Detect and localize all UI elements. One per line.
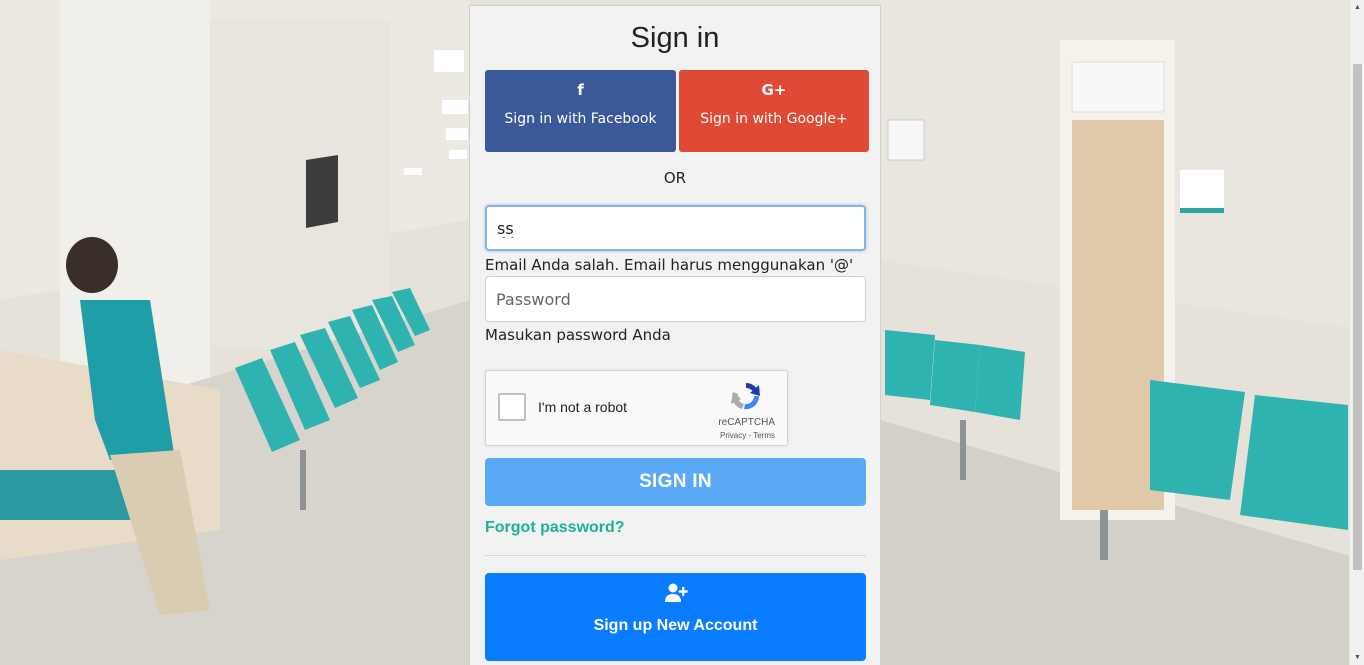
page-title: Sign in (630, 22, 720, 54)
divider (485, 555, 866, 556)
google-plus-icon: G+ (761, 81, 787, 99)
recaptcha-brand-text: reCAPTCHA (718, 417, 775, 428)
password-hint-text: Masukan password Anda (485, 326, 671, 344)
user-plus-icon (664, 583, 688, 602)
scroll-up-arrow-icon[interactable]: ▲ (1350, 0, 1364, 15)
signin-button[interactable]: SIGN IN (485, 458, 866, 506)
password-field[interactable] (485, 276, 866, 322)
signin-panel: Sign in f Sign in with Facebook G+ Sign … (469, 5, 881, 665)
forgot-password-link[interactable]: Forgot password? (485, 519, 625, 537)
google-signin-button[interactable]: G+ Sign in with Google+ (679, 70, 869, 152)
recaptcha-logo-icon (731, 382, 760, 410)
scroll-thumb[interactable] (1353, 64, 1362, 570)
or-separator: OR (663, 169, 687, 187)
page-scrollbar[interactable]: ▲ ▼ (1349, 0, 1364, 665)
facebook-signin-label: Sign in with Facebook (504, 111, 657, 127)
facebook-signin-button[interactable]: f Sign in with Facebook (485, 70, 676, 152)
signup-button[interactable]: Sign up New Account (485, 573, 866, 661)
recaptcha-checkbox[interactable] (498, 393, 526, 421)
email-error-text: Email Anda salah. Email harus menggunaka… (485, 256, 854, 274)
recaptcha-widget: I'm not a robot reCAPTCHA Privacy - Term… (485, 370, 788, 446)
email-field[interactable] (485, 205, 866, 251)
recaptcha-terms-link[interactable]: Privacy - Terms (720, 431, 775, 440)
google-signin-label: Sign in with Google+ (700, 111, 848, 127)
facebook-icon: f (577, 81, 584, 99)
recaptcha-label: I'm not a robot (538, 399, 628, 415)
signup-label: Sign up New Account (593, 617, 758, 634)
scroll-down-arrow-icon[interactable]: ▼ (1350, 650, 1364, 665)
